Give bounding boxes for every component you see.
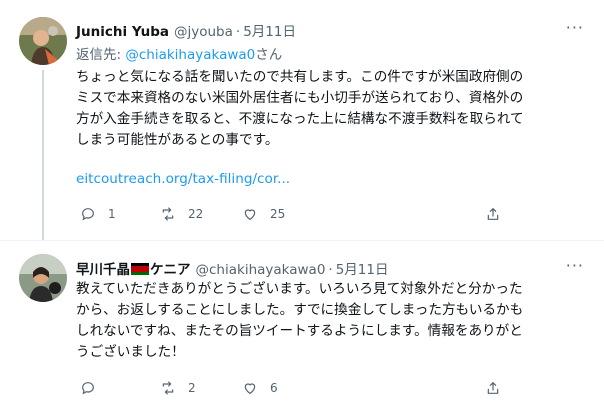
retweet-count: 22 <box>188 207 204 221</box>
heart-icon <box>244 209 256 220</box>
retweet-count: 2 <box>188 381 196 395</box>
replying-mention[interactable]: @chiakihayakawa0 <box>125 47 255 63</box>
like-button[interactable]: 6 <box>242 380 278 396</box>
replying-to: 返信先: @chiakihayakawa0さん <box>76 43 282 63</box>
tweet-timestamp[interactable]: 5月11日 <box>243 20 296 40</box>
author-name[interactable]: 早川千晶 ケニア <box>76 258 191 278</box>
tweet-link[interactable]: eitcoutreach.org/tax-filing/cor... <box>76 171 290 187</box>
more-icon[interactable]: ··· <box>566 18 584 37</box>
thread-line <box>42 70 44 240</box>
replying-suffix: さん <box>255 47 283 63</box>
reply-count: 1 <box>108 207 116 221</box>
retweet-button[interactable]: 22 <box>160 206 203 222</box>
tweet-timestamp[interactable]: 5月11日 <box>336 258 389 278</box>
author-name-suffix: ケニア <box>150 262 191 278</box>
tweet-actions: 2 6 <box>70 380 560 400</box>
tweet-card[interactable]: Junichi Yuba @jyouba · 5月11日 ··· 返信先: @c… <box>0 0 604 240</box>
author-name[interactable]: Junichi Yuba <box>76 24 169 40</box>
retweet-icon <box>162 381 174 395</box>
heart-icon <box>244 383 256 394</box>
tweet-text: 教えていただきありがとうございます。いろいろ見て対象外だと分かった から、お返し… <box>76 281 524 360</box>
kenya-flag-icon <box>131 263 149 275</box>
like-count: 25 <box>270 207 286 221</box>
tweet-header: Junichi Yuba @jyouba · 5月11日 <box>76 20 296 40</box>
retweet-icon <box>162 207 174 221</box>
retweet-button[interactable]: 2 <box>160 380 196 396</box>
reply-icon <box>82 208 94 221</box>
share-button[interactable] <box>485 380 501 396</box>
separator-dot: · <box>235 24 241 40</box>
like-count: 6 <box>270 381 278 395</box>
avatar[interactable] <box>19 17 67 65</box>
author-handle[interactable]: @chiakihayakawa0 <box>196 262 326 278</box>
reply-icon <box>82 382 94 395</box>
share-icon <box>487 382 499 394</box>
author-handle[interactable]: @jyouba <box>174 24 233 40</box>
reply-button[interactable] <box>80 380 96 396</box>
replying-prefix: 返信先: <box>76 47 126 63</box>
share-button[interactable] <box>485 206 501 222</box>
author-name-prefix: 早川千晶 <box>76 262 130 278</box>
tweet-card[interactable]: 早川千晶 ケニア @chiakihayakawa0 · 5月11日 ··· 教えて… <box>0 240 604 416</box>
tweet-actions: 1 22 25 <box>70 206 560 226</box>
avatar[interactable] <box>19 254 67 302</box>
more-icon[interactable]: ··· <box>566 256 584 275</box>
tweet-header: 早川千晶 ケニア @chiakihayakawa0 · 5月11日 <box>76 258 389 278</box>
tweet-text: ちょっと気になる話を聞いたので共有します。この件ですが米国政府側の ミスで本来資… <box>76 69 524 148</box>
separator-dot: · <box>328 262 333 278</box>
reply-button[interactable]: 1 <box>80 206 116 222</box>
share-icon <box>487 208 499 220</box>
like-button[interactable]: 25 <box>242 206 285 222</box>
